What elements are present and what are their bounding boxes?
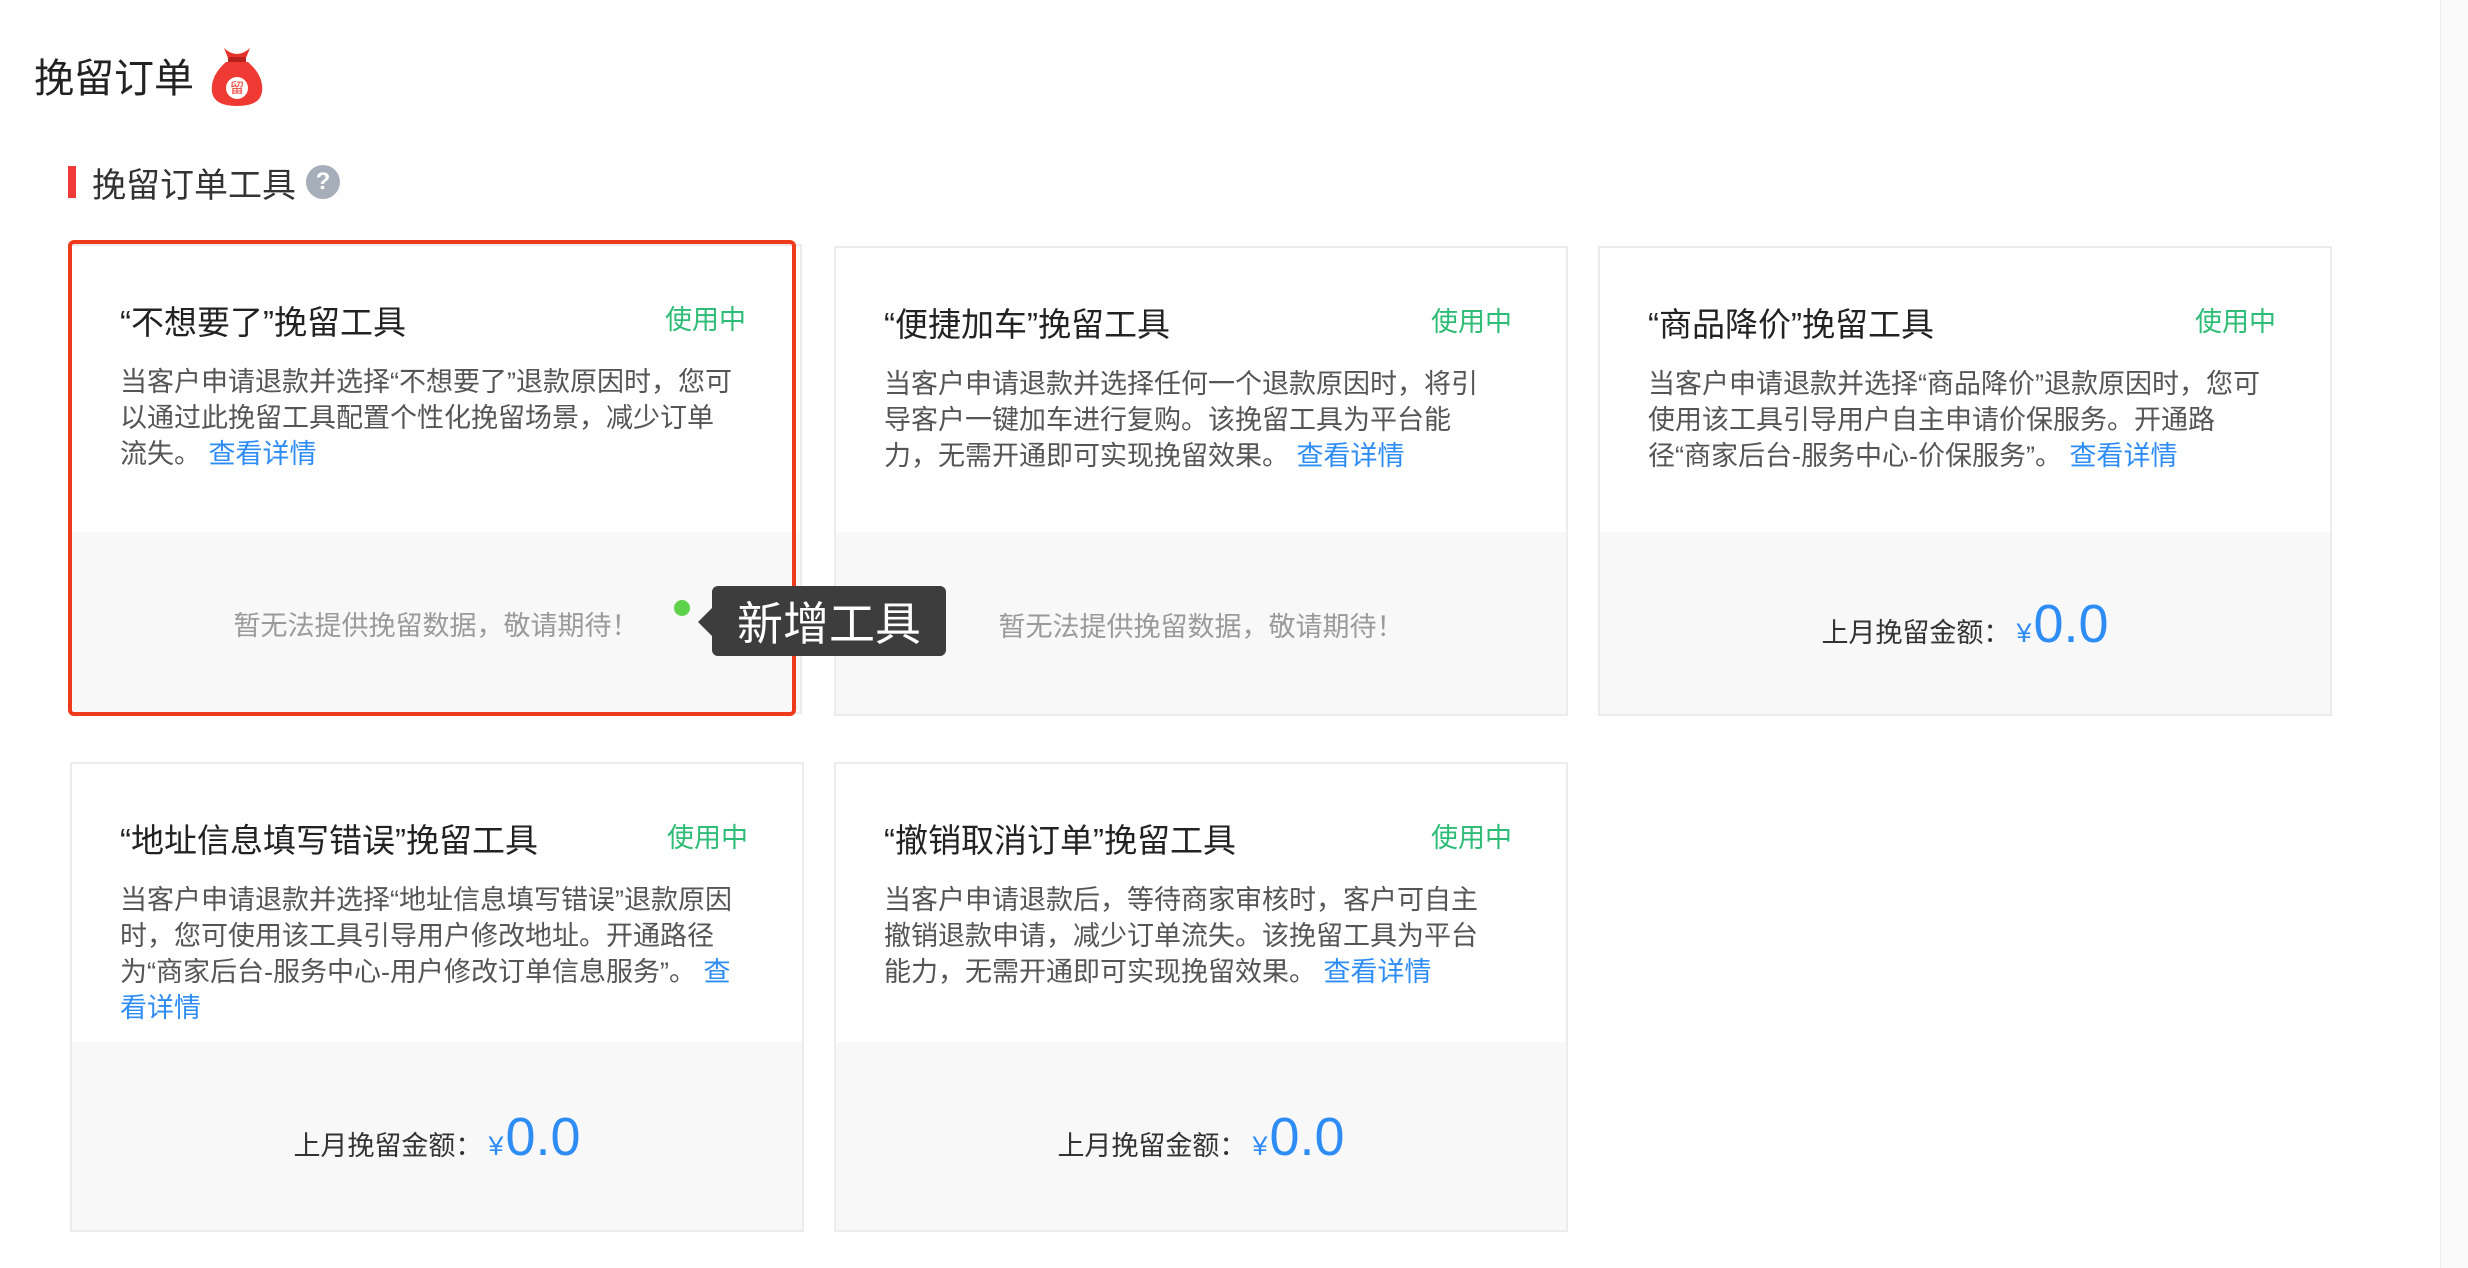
- card-title: “撤销取消订单”挽留工具: [884, 822, 1236, 859]
- last-month-retained-amount: 上月挽留金额： ¥ 0.0: [293, 1106, 580, 1168]
- page-title: 挽留订单: [34, 57, 194, 101]
- section-title: 挽留订单工具: [92, 166, 296, 205]
- metric-label: 上月挽留金额：: [1057, 1131, 1247, 1161]
- currency-symbol: ¥: [1252, 1131, 1268, 1161]
- card-data-panel: 上月挽留金额： ¥ 0.0: [836, 1042, 1566, 1230]
- card-title: “商品降价”挽留工具: [1648, 306, 1934, 343]
- currency-symbol: ¥: [488, 1131, 504, 1161]
- card-description: 当客户申请退款后，等待商家审核时，客户可自主撤销退款申请，减少订单流失。该挽留工…: [884, 882, 1504, 990]
- metric-value: 0.0: [2033, 594, 2109, 654]
- view-details-link[interactable]: 查看详情: [2069, 441, 2177, 471]
- view-details-link[interactable]: 查看详情: [209, 439, 317, 469]
- metric-label: 上月挽留金额：: [1821, 618, 2011, 648]
- section-accent-bar: [68, 166, 76, 198]
- card-description-text: 当客户申请退款并选择“地址信息填写错误”退款原因时，您可使用该工具引导用户修改地…: [120, 885, 732, 987]
- currency-symbol: ¥: [2016, 618, 2032, 648]
- card-status-badge: 使用中: [667, 823, 748, 853]
- view-details-link[interactable]: 查看详情: [1324, 957, 1432, 987]
- tool-card-cancel-revoke: “撤销取消订单”挽留工具 使用中 当客户申请退款后，等待商家审核时，客户可自主撤…: [834, 762, 1568, 1232]
- tooltip-arrow: [698, 608, 712, 636]
- last-month-retained-amount: 上月挽留金额： ¥ 0.0: [1821, 593, 2108, 655]
- new-tool-tooltip: 新增工具: [712, 586, 946, 656]
- card-data-panel: 暂无法提供挽留数据，敬请期待！: [72, 532, 800, 712]
- metric-label: 上月挽留金额：: [293, 1131, 483, 1161]
- card-description: 当客户申请退款并选择任何一个退款原因时，将引导客户一键加车进行复购。该挽留工具为…: [884, 366, 1504, 474]
- svg-text:留: 留: [230, 81, 244, 97]
- card-data-panel: 上月挽留金额： ¥ 0.0: [1600, 532, 2330, 714]
- view-details-link[interactable]: 查看详情: [1297, 441, 1405, 471]
- no-data-message: 暂无法提供挽留数据，敬请期待！: [998, 611, 1404, 642]
- card-title: “不想要了”挽留工具: [120, 304, 406, 341]
- card-data-panel: 上月挽留金额： ¥ 0.0: [72, 1042, 802, 1230]
- last-month-retained-amount: 上月挽留金额： ¥ 0.0: [1057, 1106, 1344, 1168]
- no-data-message: 暂无法提供挽留数据，敬请期待！: [233, 610, 639, 641]
- card-status-badge: 使用中: [2195, 307, 2276, 337]
- vertical-scrollbar[interactable]: [2440, 0, 2468, 1268]
- metric-value: 0.0: [505, 1107, 581, 1167]
- metric-value: 0.0: [1269, 1107, 1345, 1167]
- card-title: “便捷加车”挽留工具: [884, 306, 1170, 343]
- section-header: 挽留订单工具 ?: [68, 160, 340, 205]
- card-description: 当客户申请退款并选择“不想要了”退款原因时，您可以通过此挽留工具配置个性化挽留场…: [120, 364, 740, 472]
- tool-card-address-error: “地址信息填写错误”挽留工具 使用中 当客户申请退款并选择“地址信息填写错误”退…: [70, 762, 804, 1232]
- card-status-badge: 使用中: [1431, 307, 1512, 337]
- page-header: 挽留订单 留: [34, 40, 268, 110]
- money-bag-icon: 留: [206, 42, 268, 108]
- help-icon[interactable]: ?: [306, 165, 340, 199]
- tool-card-not-wanted: “不想要了”挽留工具 使用中 当客户申请退款并选择“不想要了”退款原因时，您可以…: [70, 244, 802, 714]
- card-title: “地址信息填写错误”挽留工具: [120, 822, 538, 859]
- card-description: 当客户申请退款并选择“商品降价”退款原因时，您可使用该工具引导用户自主申请价保服…: [1648, 366, 2268, 474]
- tool-card-price-drop: “商品降价”挽留工具 使用中 当客户申请退款并选择“商品降价”退款原因时，您可使…: [1598, 246, 2332, 716]
- card-status-badge: 使用中: [1431, 823, 1512, 853]
- card-description: 当客户申请退款并选择“地址信息填写错误”退款原因时，您可使用该工具引导用户修改地…: [120, 882, 740, 1026]
- card-status-badge: 使用中: [665, 305, 746, 335]
- new-indicator-dot: [674, 600, 690, 616]
